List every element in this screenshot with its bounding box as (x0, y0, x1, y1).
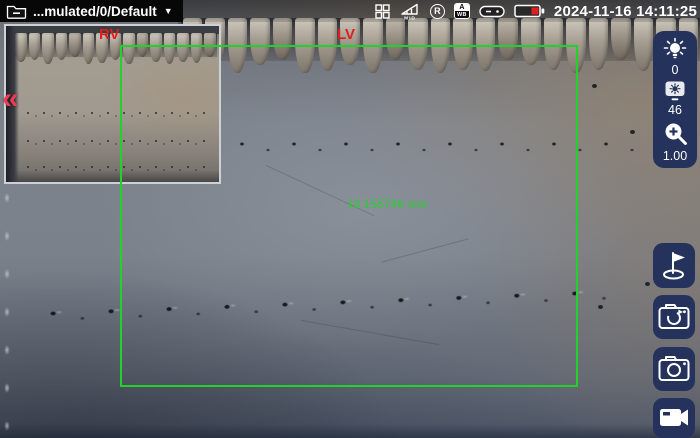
surface-hole (645, 282, 650, 286)
status-icons: MID R A WB 2024-11-16 14:11:25 (375, 3, 700, 20)
measurement-value: 19.155746 mm (347, 199, 427, 211)
registered-letter: R (434, 6, 441, 16)
led-brightness-value: 0 (672, 64, 679, 76)
tooth (589, 18, 609, 70)
screen-brightness-value: 46 (668, 104, 682, 116)
status-bar: ...mulated/0/Default ▼ MID R A WB (0, 0, 700, 22)
surface-hole (598, 305, 603, 309)
storage-path-label: ...mulated/0/Default (33, 4, 157, 19)
grid-icon (375, 4, 390, 19)
folder-icon (6, 3, 27, 19)
live-view-label: LV (337, 26, 355, 43)
zoom-factor-value: 1.00 (663, 150, 687, 162)
signal-mid-label: MID (404, 15, 416, 20)
video-camera-icon (654, 401, 694, 435)
zoom-in-icon[interactable] (662, 120, 688, 146)
auto-white-balance-icon: A WB (454, 3, 470, 19)
surface-hole (630, 130, 635, 134)
tooth (69, 33, 81, 57)
storage-path-selector[interactable]: ...mulated/0/Default ▼ (0, 0, 183, 22)
adjustment-panel: 0 46 (653, 31, 697, 168)
surface-hole (592, 84, 597, 88)
left-reflective-spots (0, 188, 20, 438)
signal-strength-mid-icon: MID (399, 3, 421, 20)
tooth (29, 33, 41, 60)
camera-icon (654, 350, 694, 388)
tooth (611, 18, 631, 60)
borescope-app: RV « LV 19.155746 mm ...mulated/0/Defaul… (0, 0, 700, 438)
bottom-vignette (0, 424, 700, 438)
record-video-button[interactable] (653, 398, 695, 438)
capture-photo-button[interactable] (653, 347, 695, 391)
flag-pin-icon (654, 247, 694, 285)
measurement-region-rect[interactable] (120, 45, 578, 387)
awb-wb-label: WB (455, 11, 469, 18)
screen-brightness-icon[interactable] (663, 80, 687, 101)
registered-indicator-icon: R (430, 4, 445, 19)
led-brightness-icon[interactable] (662, 37, 688, 60)
camera-sync-icon (654, 298, 694, 336)
awb-auto-label: A (455, 4, 469, 11)
probe-steering-button[interactable] (653, 243, 695, 288)
reference-view-label: RV (99, 26, 120, 43)
tooth (56, 33, 68, 60)
compare-capture-button[interactable] (653, 295, 695, 339)
storage-device-icon (479, 5, 505, 18)
tooth (634, 18, 654, 71)
battery-low-icon (514, 4, 545, 18)
tooth (42, 33, 54, 64)
dropdown-caret-icon: ▼ (164, 6, 173, 16)
tooth (83, 33, 95, 64)
collapse-chevron-icon[interactable]: « (2, 84, 19, 114)
datetime-display: 2024-11-16 14:11:25 (554, 3, 697, 20)
